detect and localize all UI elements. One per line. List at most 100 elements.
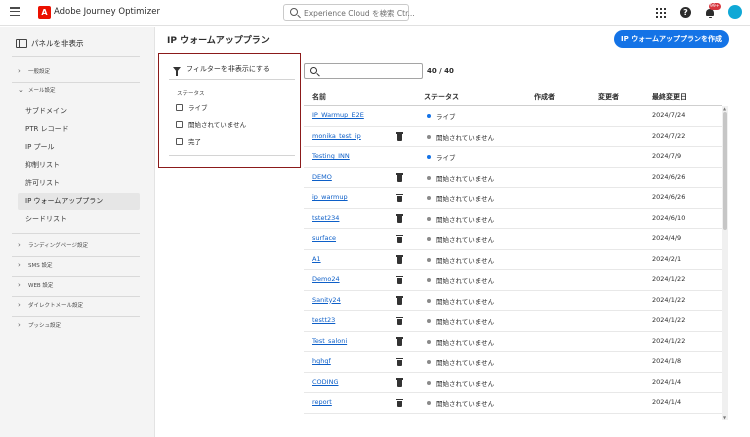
delete-trash-icon[interactable] xyxy=(396,316,403,326)
delete-trash-icon[interactable] xyxy=(396,357,403,367)
plan-name-link[interactable]: Testing_INN xyxy=(312,152,350,160)
nav-item-subdomains[interactable]: サブドメイン xyxy=(18,103,140,120)
scroll-down-arrow-icon[interactable]: ▼ xyxy=(723,415,726,420)
delete-trash-icon[interactable] xyxy=(396,378,403,387)
status-text: 開始されていません xyxy=(436,379,495,388)
result-count: 40 / 40 xyxy=(427,67,454,75)
table-row[interactable]: Demo24 開始されていません 2024/1/22 xyxy=(304,270,722,291)
table-row[interactable]: CODING 開始されていません 2024/1/4 xyxy=(304,373,722,393)
table-row[interactable]: tstet234 開始されていません 2024/6/10 xyxy=(304,209,722,229)
plan-name-link[interactable]: IP_Warmup_E2E xyxy=(312,111,364,119)
status-text: 開始されていません xyxy=(436,256,495,265)
column-header-modified-by[interactable]: 変更者 xyxy=(598,92,619,102)
search-placeholder: Experience Cloud を検索 Ctr... xyxy=(304,9,415,18)
checkbox[interactable] xyxy=(176,103,183,111)
plan-name-link[interactable]: A1 xyxy=(312,255,321,263)
nav-item-ptr-records[interactable]: PTR レコード xyxy=(18,121,140,138)
delete-trash-icon[interactable] xyxy=(396,255,403,264)
plan-name-link[interactable]: hghgf xyxy=(312,357,331,365)
delete-trash-icon[interactable] xyxy=(396,296,403,305)
column-header-name[interactable]: 名前 xyxy=(312,92,326,102)
column-header-created-by[interactable]: 作成者 xyxy=(534,92,555,102)
status-dot-icon xyxy=(427,401,431,405)
nav-section-direct-mail[interactable]: › ダイレクトメール設定 xyxy=(18,299,83,311)
status-dot-icon xyxy=(427,380,431,385)
column-header-status[interactable]: ステータス xyxy=(424,92,459,102)
scrollbar-thumb[interactable] xyxy=(723,112,727,230)
table-row[interactable]: testt23 開始されていません 2024/1/22 xyxy=(304,311,722,332)
chevron-down-icon: ⌄ xyxy=(18,86,24,94)
table-row[interactable]: Sanity24 開始されていません 2024/1/22 xyxy=(304,291,722,311)
filter-option-live[interactable]: ライブ xyxy=(176,102,208,112)
table-row[interactable]: Testing_INN ライブ 2024/7/9 xyxy=(304,147,722,168)
adobe-logo[interactable]: A xyxy=(38,6,51,19)
nav-section-general[interactable]: › 一般設定 xyxy=(18,65,50,77)
nav-item-suppression-list[interactable]: 抑制リスト xyxy=(18,157,140,174)
delete-trash-icon[interactable] xyxy=(396,193,403,203)
checkbox[interactable] xyxy=(176,120,183,128)
plan-name-link[interactable]: Demo24 xyxy=(312,275,340,283)
top-bar: A Adobe Journey Optimizer Experience Clo… xyxy=(0,0,750,26)
nav-item-allow-list[interactable]: 許可リスト xyxy=(18,175,140,192)
plan-name-link[interactable]: Test_saloni xyxy=(312,337,347,345)
table-row[interactable]: A1 開始されていません 2024/2/1 xyxy=(304,250,722,270)
hide-filters-button[interactable]: フィルターを非表示にする xyxy=(173,64,270,76)
filter-option-not-started[interactable]: 開始されていません xyxy=(176,119,246,129)
plan-name-link[interactable]: ip_warmup xyxy=(312,193,348,201)
nav-section-push[interactable]: › プッシュ設定 xyxy=(18,319,61,331)
last-modified-date: 2024/6/26 xyxy=(652,172,686,181)
hamburger-menu-icon[interactable] xyxy=(10,7,20,17)
table-row[interactable]: monika_test_ip 開始されていません 2024/7/22 xyxy=(304,127,722,147)
delete-trash-icon[interactable] xyxy=(396,234,403,244)
checkbox[interactable] xyxy=(176,137,183,145)
delete-trash-icon[interactable] xyxy=(396,173,403,182)
delete-trash-icon[interactable] xyxy=(396,337,403,346)
chevron-right-icon: › xyxy=(18,261,21,269)
status-dot-icon xyxy=(427,216,431,221)
hide-panel-button[interactable]: パネルを非表示 xyxy=(16,37,84,49)
delete-trash-icon[interactable] xyxy=(396,132,403,141)
nav-section-landing-page[interactable]: › ランディングページ設定 xyxy=(18,239,88,251)
nav-section-sms[interactable]: › SMS 設定 xyxy=(18,259,52,271)
plan-name-link[interactable]: Sanity24 xyxy=(312,296,341,304)
status-text: 開始されていません xyxy=(436,400,495,408)
table-row[interactable]: report 開始されていません 2024/1/4 xyxy=(304,393,722,414)
last-modified-date: 2024/1/22 xyxy=(652,316,686,324)
global-search-input[interactable]: Experience Cloud を検索 Ctr... xyxy=(283,4,415,21)
scroll-up-arrow-icon[interactable]: ▲ xyxy=(723,106,726,111)
column-header-last-modified[interactable]: 最終変更日 xyxy=(652,92,687,102)
help-icon[interactable]: ? xyxy=(680,7,691,18)
user-avatar[interactable] xyxy=(728,5,742,19)
last-modified-date: 2024/4/9 xyxy=(652,234,682,242)
table-row[interactable]: IP_Warmup_E2E ライブ 2024/7/24 xyxy=(304,106,722,127)
nav-section-email[interactable]: ⌄ メール設定 xyxy=(18,84,56,96)
table-row[interactable]: DEMO 開始されていません 2024/6/26 xyxy=(304,168,722,188)
app-switcher-icon[interactable] xyxy=(656,8,666,18)
plan-name-link[interactable]: testt23 xyxy=(312,316,335,324)
delete-trash-icon[interactable] xyxy=(396,398,403,408)
table-row[interactable]: Test_saloni 開始されていません 2024/1/22 xyxy=(304,332,722,352)
nav-item-seed-lists[interactable]: シードリスト xyxy=(18,211,140,228)
delete-trash-icon[interactable] xyxy=(396,214,403,223)
notification-count-badge: 99+ xyxy=(709,3,721,10)
table-row[interactable]: ip_warmup 開始されていません 2024/6/26 xyxy=(304,188,722,209)
left-sidebar: パネルを非表示 › 一般設定 ⌄ メール設定 サブドメイン PTR レコード I… xyxy=(0,27,155,437)
filter-option-completed[interactable]: 完了 xyxy=(176,136,201,146)
nav-section-web[interactable]: › WEB 設定 xyxy=(18,279,53,291)
plan-name-link[interactable]: tstet234 xyxy=(312,214,339,222)
create-ip-warmup-plan-button[interactable]: IP ウォームアッププランを作成 xyxy=(614,30,729,48)
nav-item-ip-warmup-plans[interactable]: IP ウォームアッププラン xyxy=(18,193,140,210)
table-row[interactable]: hghgf 開始されていません 2024/1/8 xyxy=(304,352,722,373)
plan-name-link[interactable]: monika_test_ip xyxy=(312,132,361,140)
table-scrollbar[interactable]: ▲ ▼ xyxy=(722,106,728,420)
plan-name-link[interactable]: CODING xyxy=(312,378,338,386)
delete-trash-icon[interactable] xyxy=(396,275,403,285)
table-body: IP_Warmup_E2E ライブ 2024/7/24 monika_test_ip 開… xyxy=(304,106,722,420)
nav-item-ip-pools[interactable]: IP プール xyxy=(18,139,140,156)
table-search-input[interactable] xyxy=(304,63,423,79)
plan-name-link[interactable]: report xyxy=(312,398,332,406)
table-row[interactable]: surface 開始されていません 2024/4/9 xyxy=(304,229,722,250)
plan-name-link[interactable]: surface xyxy=(312,234,336,242)
app-title[interactable]: Adobe Journey Optimizer xyxy=(54,7,160,17)
plan-name-link[interactable]: DEMO xyxy=(312,173,332,181)
